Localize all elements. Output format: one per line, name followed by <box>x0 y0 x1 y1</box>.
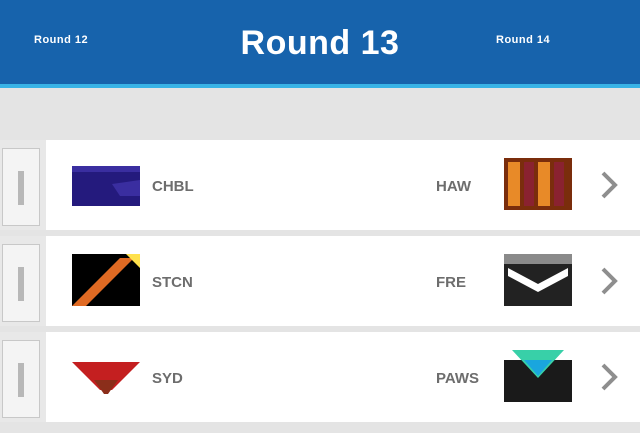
match-row[interactable]: STCN FRE <box>0 236 640 326</box>
match-row[interactable]: CHBL HAW <box>0 140 640 230</box>
match-side-tab[interactable] <box>2 148 40 226</box>
chevron-right-icon[interactable] <box>600 266 618 296</box>
away-team-abbr: FRE <box>436 274 466 291</box>
chevron-right-icon[interactable] <box>600 170 618 200</box>
match-row[interactable]: SYD PAWS <box>0 332 640 422</box>
away-team-abbr: HAW <box>436 178 471 195</box>
away-team-abbr: PAWS <box>436 370 480 387</box>
home-team-abbr: STCN <box>152 274 193 291</box>
match-side-tab[interactable] <box>2 244 40 322</box>
away-team-logo <box>504 158 572 210</box>
home-team-logo <box>72 158 140 210</box>
round-header: Round 12 Round 13 Round 14 <box>0 0 640 88</box>
home-team-logo <box>72 254 140 306</box>
next-round-link[interactable]: Round 14 <box>496 34 550 46</box>
side-tab-mark <box>18 171 24 205</box>
away-team-logo <box>504 254 572 306</box>
chevron-right-icon[interactable] <box>600 362 618 392</box>
match-side-tab[interactable] <box>2 340 40 418</box>
side-tab-mark <box>18 363 24 397</box>
away-team-logo <box>504 350 572 402</box>
home-team-abbr: SYD <box>152 370 183 387</box>
subheader <box>0 88 640 138</box>
home-team-logo <box>72 350 140 402</box>
home-team-abbr: CHBL <box>152 178 194 195</box>
side-tab-mark <box>18 267 24 301</box>
